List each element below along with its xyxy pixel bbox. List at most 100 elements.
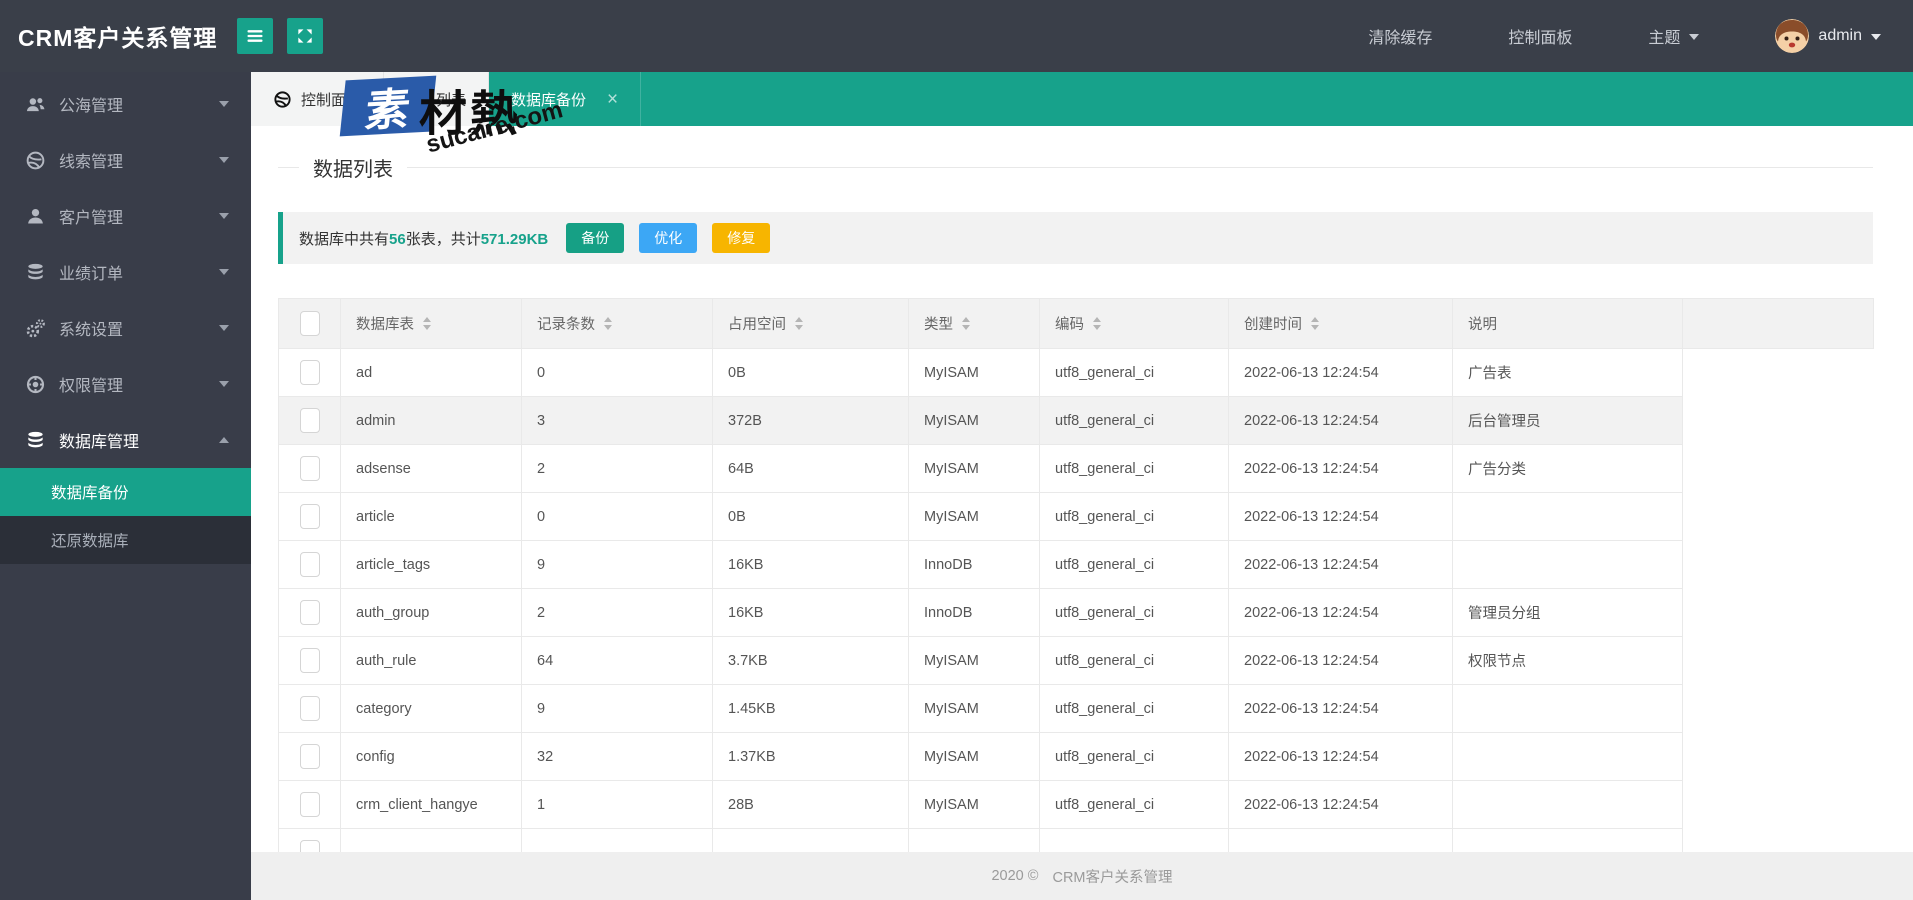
cell-created: 2022-06-13 12:24:54: [1228, 780, 1453, 829]
page-content: 数据列表 数据库中共有56张表，共计571.29KB 备份 优化 修复 数据库表…: [251, 126, 1913, 852]
cell-table-name: category: [340, 684, 522, 733]
row-checkbox[interactable]: [299, 840, 320, 852]
topbar-right: 清除缓存 控制面板 主题 admin: [1368, 19, 1913, 53]
sort-icon[interactable]: [1311, 317, 1320, 330]
sidebar-toggle-button[interactable]: [237, 18, 273, 54]
optimize-button[interactable]: 优化: [639, 223, 698, 253]
sidebar-item-permissions[interactable]: 权限管理: [0, 356, 251, 412]
ghost-cell: [1682, 396, 1874, 445]
sidebar-item-db-backup[interactable]: 数据库备份: [0, 468, 251, 516]
row-checkbox[interactable]: [299, 504, 320, 529]
table-row[interactable]: auth_group 2 16KB InnoDB utf8_general_ci…: [278, 588, 1874, 637]
close-icon[interactable]: ×: [607, 90, 618, 109]
cell-table-name: auth_group: [340, 588, 522, 637]
cell-table-name: ad: [340, 348, 522, 397]
database-submenu: 数据库备份 还原数据库: [0, 468, 251, 564]
table-row[interactable]: category 9 1.45KB MyISAM utf8_general_ci…: [278, 684, 1874, 733]
backup-button[interactable]: 备份: [566, 223, 625, 253]
cell-type: [908, 828, 1040, 852]
cell-record-count: 1: [521, 780, 713, 829]
footer: 2020 © CRM客户关系管理: [251, 852, 1913, 900]
tab-label: 控制面板: [301, 91, 362, 109]
sidebar-item-label: 系统设置: [59, 322, 124, 339]
user-menu[interactable]: admin: [1775, 19, 1881, 53]
table-header-row: 数据库表 记录条数 占用空间 类型 编码 创建时间 说明: [278, 298, 1874, 349]
caret-down-icon: [1689, 33, 1700, 45]
row-checkbox[interactable]: [299, 360, 320, 385]
row-checkbox[interactable]: [299, 408, 320, 433]
row-checkbox[interactable]: [299, 696, 320, 721]
sidebar-item-db-restore[interactable]: 还原数据库: [0, 516, 251, 564]
table-row[interactable]: config 32 1.37KB MyISAM utf8_general_ci …: [278, 732, 1874, 781]
sidebar-item-settings[interactable]: 系统设置: [0, 300, 251, 356]
repair-button[interactable]: 修复: [712, 223, 771, 253]
caret-down-icon: [219, 381, 229, 393]
cell-record-count: 3: [521, 396, 713, 445]
ghost-cell: [1682, 780, 1874, 829]
table-row[interactable]: admin 3 372B MyISAM utf8_general_ci 2022…: [278, 396, 1874, 445]
row-checkbox[interactable]: [299, 648, 320, 673]
cell-encoding: utf8_general_ci: [1039, 348, 1229, 397]
caret-down-icon: [219, 325, 229, 337]
sidebar-item-label: 公海管理: [59, 98, 124, 115]
col-encoding: 编码: [1039, 298, 1229, 349]
cell-created: 2022-06-13 12:24:54: [1228, 396, 1453, 445]
table-row[interactable]: article 0 0B MyISAM utf8_general_ci 2022…: [278, 492, 1874, 541]
total-size: 571.29KB: [480, 230, 549, 248]
table-row[interactable]: adsense 2 64B MyISAM utf8_general_ci 202…: [278, 444, 1874, 493]
cell-encoding: utf8_general_ci: [1039, 492, 1229, 541]
cell-size: 0B: [712, 348, 909, 397]
table-row[interactable]: crm_client_hangye 1 28B MyISAM utf8_gene…: [278, 780, 1874, 829]
row-checkbox[interactable]: [299, 456, 320, 481]
sidebar-item-database[interactable]: 数据库管理: [0, 412, 251, 468]
main-area: 控制面板 会员列表 数据库备份 × 数据列表 数据库中共有56张表，共计571.…: [251, 72, 1913, 900]
table-row[interactable]: [278, 828, 1874, 852]
cell-table-name: article_tags: [340, 540, 522, 589]
table-row[interactable]: ad 0 0B MyISAM utf8_general_ci 2022-06-1…: [278, 348, 1874, 397]
cell-note: 权限节点: [1452, 636, 1683, 685]
sort-icon[interactable]: [962, 317, 971, 330]
sidebar-item-customers[interactable]: 客户管理: [0, 188, 251, 244]
tab-dashboard[interactable]: 控制面板: [251, 72, 385, 126]
fullscreen-button[interactable]: [287, 18, 323, 54]
caret-down-icon: [219, 157, 229, 169]
sort-icon[interactable]: [1093, 317, 1102, 330]
cell-size: 16KB: [712, 540, 909, 589]
sort-icon[interactable]: [604, 317, 613, 330]
cell-encoding: utf8_general_ci: [1039, 540, 1229, 589]
sidebar-item-leads[interactable]: 线索管理: [0, 132, 251, 188]
layout: 公海管理 线索管理 客户管理 业绩订单 系统设置 权限管理 数据库管理 数据库备…: [0, 72, 1913, 900]
table-row[interactable]: auth_rule 64 3.7KB MyISAM utf8_general_c…: [278, 636, 1874, 685]
dashboard-link[interactable]: 控制面板: [1508, 24, 1572, 48]
cell-created: 2022-06-13 12:24:54: [1228, 732, 1453, 781]
sidebar-item-label: 权限管理: [59, 378, 124, 395]
cell-record-count: 2: [521, 444, 713, 493]
theme-dropdown[interactable]: 主题: [1648, 24, 1700, 48]
clear-cache-link[interactable]: 清除缓存: [1368, 24, 1432, 48]
tab-db-backup[interactable]: 数据库备份 ×: [489, 72, 642, 126]
expand-icon: [295, 26, 315, 46]
username: admin: [1818, 27, 1862, 44]
sort-icon[interactable]: [795, 317, 804, 330]
sort-icon[interactable]: [423, 317, 432, 330]
row-checkbox[interactable]: [299, 744, 320, 769]
cell-type: InnoDB: [908, 540, 1040, 589]
select-all-checkbox[interactable]: [299, 311, 320, 336]
tab-member-list[interactable]: 会员列表: [384, 72, 490, 126]
app-window: CRM客户关系管理 清除缓存 控制面板 主题 admin 公海管理 线索管理 客…: [0, 0, 1913, 900]
sidebar-item-public-sea[interactable]: 公海管理: [0, 76, 251, 132]
cell-type: MyISAM: [908, 444, 1040, 493]
sidebar-item-orders[interactable]: 业绩订单: [0, 244, 251, 300]
row-checkbox[interactable]: [299, 600, 320, 625]
row-checkbox-cell: [278, 348, 341, 397]
row-checkbox[interactable]: [299, 552, 320, 577]
gears-icon: [25, 318, 46, 339]
cell-size: 3.7KB: [712, 636, 909, 685]
cell-record-count: 64: [521, 636, 713, 685]
table-row[interactable]: article_tags 9 16KB InnoDB utf8_general_…: [278, 540, 1874, 589]
col-record-count: 记录条数: [521, 298, 713, 349]
cell-record-count: 0: [521, 492, 713, 541]
page-title-block: 数据列表: [278, 152, 1873, 182]
database-icon: [25, 430, 46, 451]
row-checkbox[interactable]: [299, 792, 320, 817]
